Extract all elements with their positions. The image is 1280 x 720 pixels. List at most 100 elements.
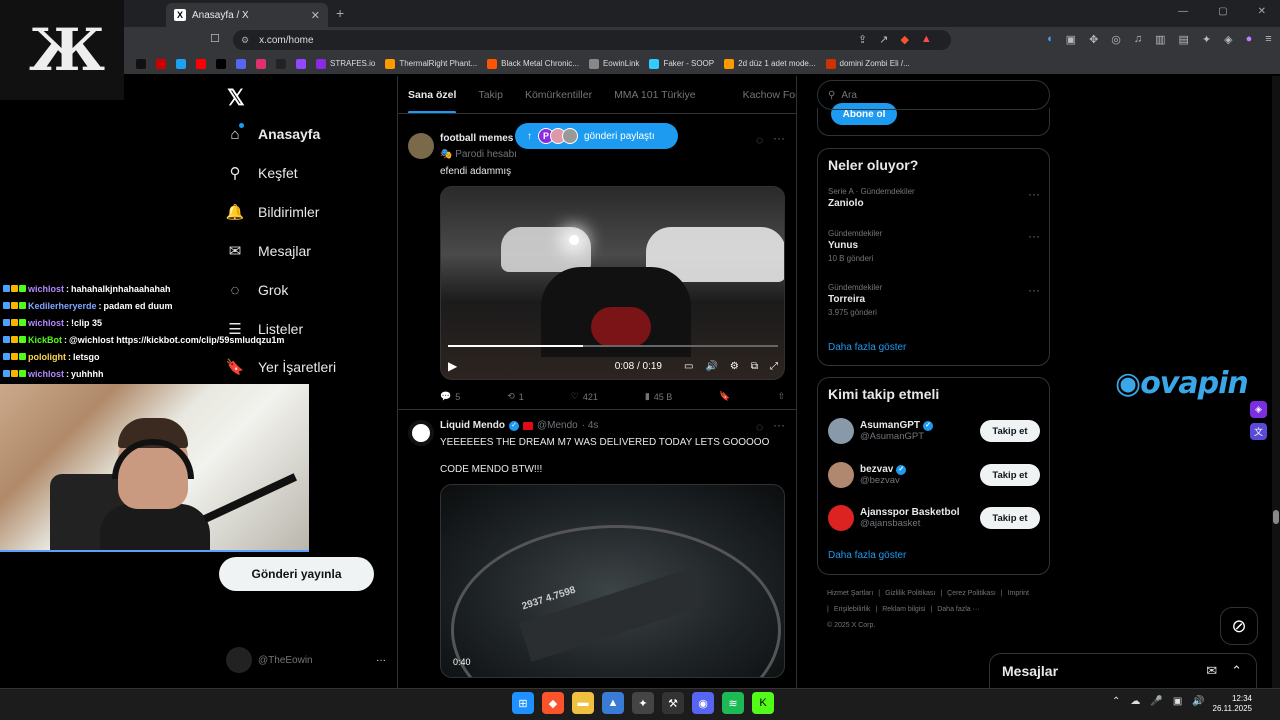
trend-more-icon[interactable]: ···: [1028, 283, 1040, 297]
trend-item[interactable]: Gündemdekiler Yunus 10 B gönderi ···: [828, 229, 1040, 263]
grok-action-icon[interactable]: ◌: [756, 420, 763, 434]
nav-item-bell[interactable]: 🔔 Bildirimler: [226, 200, 320, 224]
play-icon[interactable]: ▶: [448, 359, 457, 373]
video-progress-bar[interactable]: [448, 345, 778, 347]
tool-icon[interactable]: ⚒: [662, 692, 684, 714]
views-button[interactable]: ▮ 45 B: [645, 391, 672, 402]
bookmark-item[interactable]: Black Metal Chronic...: [487, 58, 579, 69]
discord-icon[interactable]: ◉: [692, 692, 714, 714]
new-message-icon[interactable]: ✉: [1206, 663, 1217, 679]
tweet-1-video[interactable]: [440, 186, 785, 380]
tab-3[interactable]: MMA 101 Türkiye: [614, 89, 696, 101]
follow-suggestion[interactable]: AsumanGPT ✓ @AsumanGPT Takip et: [828, 416, 1040, 446]
browser-tab[interactable]: X Anasayfa / X ✕: [166, 3, 328, 27]
share-icon[interactable]: ↗: [879, 33, 888, 46]
follow-avatar[interactable]: [828, 505, 854, 531]
follow-button[interactable]: Takip et: [980, 507, 1040, 529]
account-switcher[interactable]: @TheEowin ···: [226, 646, 386, 674]
minimize-button[interactable]: —: [1178, 6, 1188, 17]
footer-link[interactable]: Çerez Politikası: [947, 590, 996, 597]
footer-link[interactable]: Imprint: [1008, 590, 1029, 597]
bookmark-item[interactable]: [136, 58, 146, 69]
footer-link[interactable]: Erişilebilirlik: [834, 606, 871, 613]
volume-tray-icon[interactable]: 🔊: [1192, 696, 1204, 707]
explorer-icon[interactable]: ▬: [572, 692, 594, 714]
post-button[interactable]: Gönderi yayınla: [219, 557, 374, 591]
tweet-2-avatar[interactable]: [408, 420, 434, 446]
close-window-button[interactable]: ✕: [1258, 6, 1266, 17]
bookmark-item[interactable]: STRAFES.io: [316, 58, 375, 69]
bookmark-item[interactable]: [256, 58, 266, 69]
ai-icon[interactable]: ✦: [1202, 33, 1211, 46]
settings-icon[interactable]: ⚙: [730, 361, 739, 372]
address-bar[interactable]: ⚙ x.com/home: [233, 30, 951, 50]
bookmark-tweet-icon[interactable]: 🔖: [719, 391, 730, 402]
nav-item-search[interactable]: ⚲ Keşfet: [226, 161, 298, 185]
new-posts-pill[interactable]: ↑ P gönderi paylaştı: [515, 123, 678, 149]
trend-more-icon[interactable]: ···: [1028, 187, 1040, 201]
footer-link[interactable]: Daha fazla ···: [937, 606, 979, 613]
show-more-trends[interactable]: Daha fazla göster: [828, 342, 906, 353]
ext1-icon[interactable]: ▣: [1066, 33, 1076, 46]
tweet-2-time[interactable]: · 4s: [582, 420, 599, 431]
follow-name[interactable]: bezvav ✓: [860, 464, 907, 475]
wallet2-icon[interactable]: ▤: [1179, 33, 1189, 46]
puzzle-icon[interactable]: ✥: [1089, 33, 1098, 46]
sidebar-icon[interactable]: ▥: [1155, 33, 1165, 46]
tab-2[interactable]: Kömürkentiller: [525, 89, 592, 101]
grok-fab-icon[interactable]: ⊘: [1220, 607, 1258, 645]
side-tool-icon[interactable]: ◈: [1250, 401, 1267, 418]
bookmark-item[interactable]: [236, 58, 246, 69]
search-input[interactable]: ⚲ Ara: [817, 80, 1050, 110]
follow-name[interactable]: Ajansspor Basketbol: [860, 507, 959, 518]
spotify-icon[interactable]: ≋: [722, 692, 744, 714]
wallet-icon[interactable]: ◖: [1046, 33, 1053, 46]
messages-drawer[interactable]: Mesajlar ✉ ⌃: [989, 653, 1257, 688]
profile-icon[interactable]: ●: [1246, 33, 1253, 46]
tab-1[interactable]: Takip: [478, 89, 503, 101]
bookmark-item[interactable]: ThermalRight Phant...: [385, 58, 477, 69]
tray-chevron-icon[interactable]: ⌃: [1112, 696, 1120, 707]
trend-item[interactable]: Serie A · Gündemdekiler Zaniolo ···: [828, 187, 1040, 209]
follow-avatar[interactable]: [828, 418, 854, 444]
repost-button[interactable]: ⟲ 1: [507, 391, 524, 402]
fullscreen-icon[interactable]: ⤢: [770, 361, 778, 372]
tweet-1-more-icon[interactable]: ···: [773, 131, 785, 145]
kick-icon[interactable]: K: [752, 692, 774, 714]
trend-item[interactable]: Gündemdekiler Torreira 3.975 gönderi ···: [828, 283, 1040, 317]
show-more-follow[interactable]: Daha fazla göster: [828, 550, 906, 561]
x-logo-icon[interactable]: 𝕏: [227, 85, 245, 111]
footer-link[interactable]: © 2025 X Corp.: [827, 622, 875, 629]
nav-item-mail[interactable]: ✉ Mesajlar: [226, 239, 311, 263]
brave-shield-icon[interactable]: ◆: [900, 33, 908, 46]
trend-more-icon[interactable]: ···: [1028, 229, 1040, 243]
follow-button[interactable]: Takip et: [980, 420, 1040, 442]
bookmark-item[interactable]: [216, 58, 226, 69]
translate-tool-icon[interactable]: 文: [1250, 423, 1267, 440]
brave-rewards-icon[interactable]: ▲: [921, 33, 932, 46]
follow-button[interactable]: Takip et: [980, 464, 1040, 486]
footer-link[interactable]: Reklam bilgisi: [882, 606, 925, 613]
brave-icon[interactable]: ◆: [542, 692, 564, 714]
bookmark-item[interactable]: 2d düz 1 adet mode...: [724, 58, 816, 69]
tweet-2-more-icon[interactable]: ···: [773, 418, 785, 432]
tweet-2-video[interactable]: 2937 4.7598 0:40: [440, 484, 785, 678]
reply-button[interactable]: 💬 5: [440, 391, 460, 402]
bookmark-item[interactable]: EowinLink: [588, 58, 639, 69]
bookmark-item[interactable]: [176, 58, 186, 69]
scrollbar[interactable]: [1272, 76, 1280, 688]
footer-link[interactable]: Hizmet Şartları: [827, 590, 873, 597]
bookmark-item[interactable]: [296, 58, 306, 69]
bookmark-star-icon[interactable]: ☐: [210, 32, 220, 45]
app-icon[interactable]: ✦: [632, 692, 654, 714]
photos-icon[interactable]: ▲: [602, 692, 624, 714]
expand-icon[interactable]: ⌃: [1231, 663, 1242, 679]
translate-icon[interactable]: ⇪: [858, 33, 867, 46]
tweet-1-name[interactable]: football memes: [440, 133, 513, 144]
volume-icon[interactable]: 🔊: [705, 361, 717, 372]
tab-0[interactable]: Sana özel: [408, 89, 457, 113]
tab-4[interactable]: Kachow Forum: [743, 89, 796, 101]
follow-suggestion[interactable]: bezvav ✓ @bezvav Takip et: [828, 460, 1040, 490]
bookmark-item[interactable]: [156, 58, 166, 69]
menu-icon[interactable]: ≡: [1265, 33, 1271, 46]
